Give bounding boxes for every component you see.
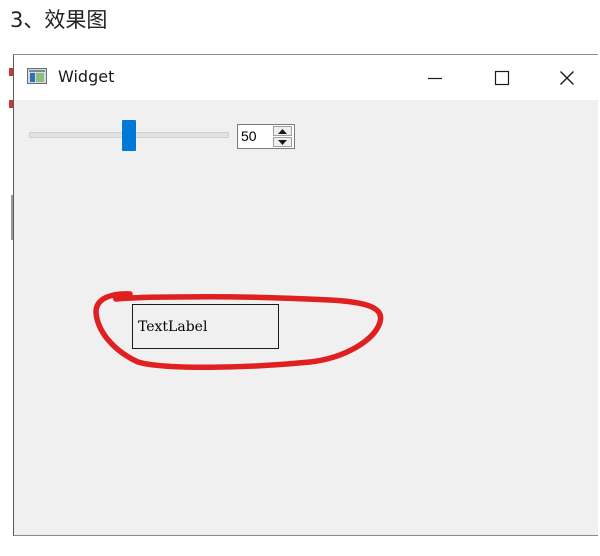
arrow-down-icon	[278, 139, 287, 145]
horizontal-slider-handle[interactable]	[122, 120, 136, 151]
window-title: Widget	[58, 67, 115, 86]
arrow-up-icon	[278, 128, 287, 134]
close-icon	[560, 70, 574, 85]
spinbox-up-button[interactable]	[273, 126, 292, 136]
close-button[interactable]	[544, 55, 590, 100]
minimize-button[interactable]	[412, 55, 458, 100]
text-label: TextLabel	[132, 304, 279, 349]
app-window-icon	[27, 68, 47, 84]
section-heading: 3、效果图	[10, 8, 108, 32]
app-window: Widget 50 TextLabel	[13, 54, 598, 536]
maximize-button[interactable]	[479, 55, 525, 100]
spinbox-down-button[interactable]	[273, 137, 292, 147]
spinbox-value[interactable]: 50	[241, 128, 257, 144]
screenshot-page: 3、效果图 Widget 50 TextLabel	[0, 0, 600, 556]
title-bar[interactable]: Widget	[14, 55, 598, 100]
text-label-text: TextLabel	[138, 319, 208, 335]
minimize-icon	[428, 77, 442, 79]
maximize-icon	[494, 70, 510, 85]
value-spinbox[interactable]: 50	[237, 124, 295, 149]
